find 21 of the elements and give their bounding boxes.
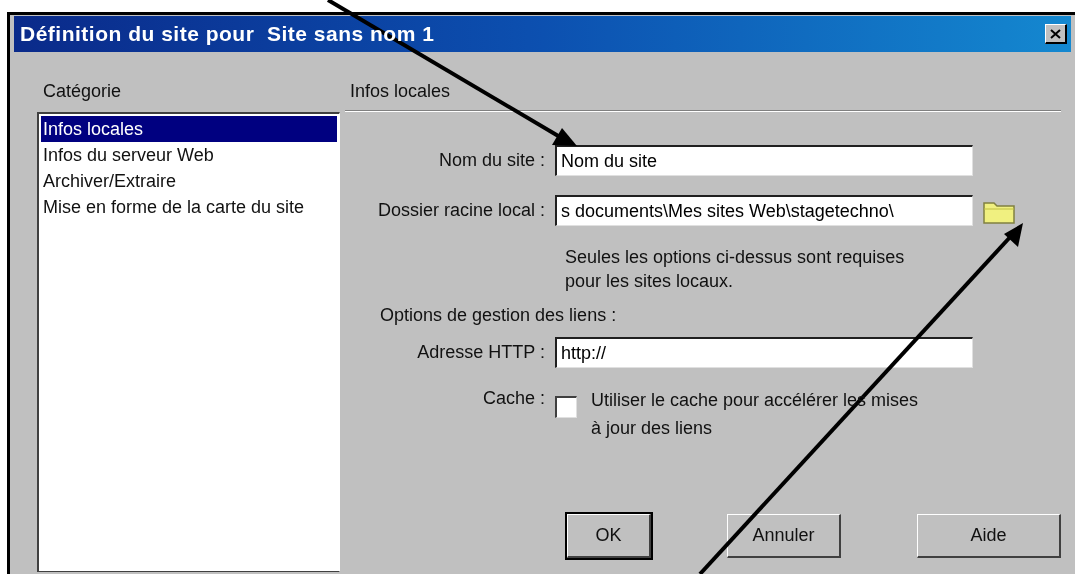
category-item[interactable]: Mise en forme de la carte du site [41, 194, 337, 220]
dialog-button[interactable]: OK [567, 514, 651, 558]
section-title: Infos locales [349, 80, 452, 103]
dialog-button[interactable]: Annuler [727, 514, 841, 558]
field-label: Dossier racine local : [376, 199, 546, 222]
field-label: Adresse HTTP : [416, 341, 546, 364]
link-options-label: Options de gestion des liens : [380, 304, 618, 327]
category-item[interactable]: Archiver/Extraire [41, 168, 337, 194]
category-label: Catégorie [42, 80, 123, 103]
dialog-button[interactable]: Aide [917, 514, 1061, 558]
input-field[interactable]: s documents\Mes sites Web\stagetechno\ [555, 195, 973, 226]
field-label: Nom du site : [437, 149, 546, 172]
field-label: Cache : [481, 387, 546, 410]
close-button[interactable] [1045, 24, 1067, 44]
category-item[interactable]: Infos locales [41, 116, 337, 142]
note-text: Seules les options ci-dessus sont requises pour les sites locaux. [565, 246, 906, 293]
checkbox[interactable] [555, 396, 577, 418]
category-item[interactable]: Infos du serveur Web [41, 142, 337, 168]
input-field[interactable]: Nom du site [555, 145, 973, 176]
close-icon [1050, 28, 1061, 39]
input-field[interactable]: http:// [555, 337, 973, 368]
